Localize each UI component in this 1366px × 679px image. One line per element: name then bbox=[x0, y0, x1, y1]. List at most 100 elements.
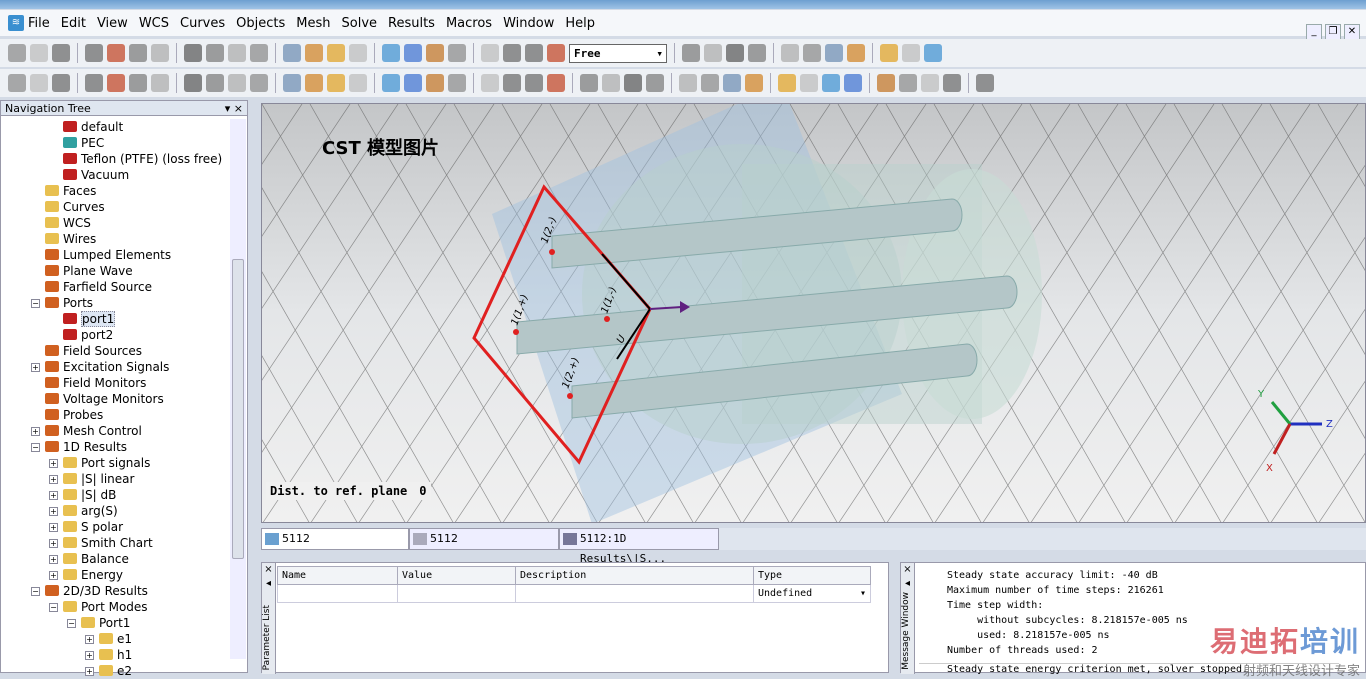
toolbar-button-icon[interactable] bbox=[85, 74, 103, 92]
toolbar-button-icon[interactable] bbox=[129, 44, 147, 62]
tree-item[interactable]: + Energy bbox=[1, 567, 231, 583]
toolbar-button-icon[interactable] bbox=[943, 74, 961, 92]
expand-icon[interactable]: + bbox=[49, 555, 58, 564]
toolbar-button-icon[interactable] bbox=[503, 74, 521, 92]
toolbar-button-icon[interactable] bbox=[349, 74, 367, 92]
toolbar-button-icon[interactable] bbox=[547, 44, 565, 62]
menu-wcs[interactable]: WCS bbox=[139, 16, 169, 31]
close-button[interactable]: ✕ bbox=[1344, 24, 1360, 40]
toolbar-button-icon[interactable] bbox=[803, 44, 821, 62]
toolbar-button-icon[interactable] bbox=[426, 74, 444, 92]
toolbar-button-icon[interactable] bbox=[426, 44, 444, 62]
toolbar-button-icon[interactable] bbox=[184, 74, 202, 92]
toolbar-button-icon[interactable] bbox=[847, 44, 865, 62]
toolbar-button-icon[interactable] bbox=[825, 44, 843, 62]
close-icon[interactable]: × bbox=[901, 563, 914, 577]
tree-item[interactable]: Voltage Monitors bbox=[1, 391, 231, 407]
collapse-icon[interactable]: − bbox=[49, 603, 58, 612]
collapse-icon[interactable]: − bbox=[31, 587, 40, 596]
tree-item[interactable]: Field Sources bbox=[1, 343, 231, 359]
tree-item[interactable]: Vacuum bbox=[1, 167, 231, 183]
toolbar-button-icon[interactable] bbox=[151, 44, 169, 62]
toolbar-button-icon[interactable] bbox=[52, 74, 70, 92]
toolbar-button-icon[interactable] bbox=[547, 74, 565, 92]
toolbar-button-icon[interactable] bbox=[8, 74, 26, 92]
menu-window[interactable]: Window bbox=[503, 16, 554, 31]
toolbar-button-icon[interactable] bbox=[924, 44, 942, 62]
toolbar-button-icon[interactable] bbox=[206, 44, 224, 62]
collapse-icon[interactable]: − bbox=[31, 299, 40, 308]
toolbar-button-icon[interactable] bbox=[800, 74, 818, 92]
toolbar-button-icon[interactable] bbox=[8, 44, 26, 62]
tree-item[interactable]: default bbox=[1, 119, 231, 135]
toolbar-button-icon[interactable] bbox=[404, 74, 422, 92]
toolbar-button-icon[interactable] bbox=[624, 74, 642, 92]
menu-curves[interactable]: Curves bbox=[180, 16, 225, 31]
expand-icon[interactable]: + bbox=[31, 427, 40, 436]
menu-macros[interactable]: Macros bbox=[446, 16, 492, 31]
toolbar-button-icon[interactable] bbox=[382, 44, 400, 62]
type-select[interactable]: Undefined ▾ bbox=[753, 584, 871, 603]
tree-item[interactable]: + e1 bbox=[1, 631, 231, 647]
menu-help[interactable]: Help bbox=[565, 16, 595, 31]
toolbar-button-icon[interactable] bbox=[283, 44, 301, 62]
toolbar-button-icon[interactable] bbox=[822, 74, 840, 92]
menu-solve[interactable]: Solve bbox=[342, 16, 378, 31]
toolbar-button-icon[interactable] bbox=[704, 44, 722, 62]
minimize-button[interactable]: _ bbox=[1306, 24, 1322, 40]
toolbar-button-icon[interactable] bbox=[679, 74, 697, 92]
3d-viewport[interactable]: 1(2,-) 1(1,+) 1(1,-) 1(2,+) U Y Z X CST … bbox=[261, 103, 1366, 523]
tree-item[interactable]: Teflon (PTFE) (loss free) bbox=[1, 151, 231, 167]
expand-icon[interactable]: + bbox=[49, 475, 58, 484]
tree-item[interactable]: Lumped Elements bbox=[1, 247, 231, 263]
collapse-icon[interactable]: − bbox=[67, 619, 76, 628]
menu-mesh[interactable]: Mesh bbox=[296, 16, 330, 31]
tree-item[interactable]: Faces bbox=[1, 183, 231, 199]
toolbar-button-icon[interactable] bbox=[327, 44, 345, 62]
toolbar-button-icon[interactable] bbox=[228, 74, 246, 92]
toolbar-button-icon[interactable] bbox=[206, 74, 224, 92]
toolbar-button-icon[interactable] bbox=[85, 44, 103, 62]
toolbar-button-icon[interactable] bbox=[726, 44, 744, 62]
tree-item[interactable]: port1 bbox=[1, 311, 231, 327]
expand-icon[interactable]: + bbox=[85, 635, 94, 644]
menu-objects[interactable]: Objects bbox=[236, 16, 285, 31]
tree-item[interactable]: + Excitation Signals bbox=[1, 359, 231, 375]
tree-item[interactable]: − Port1 bbox=[1, 615, 231, 631]
expand-icon[interactable]: + bbox=[85, 651, 94, 660]
toolbar-button-icon[interactable] bbox=[129, 74, 147, 92]
restore-button[interactable]: ❐ bbox=[1325, 24, 1341, 40]
expand-icon[interactable]: + bbox=[31, 363, 40, 372]
expand-icon[interactable]: + bbox=[49, 523, 58, 532]
toolbar-button-icon[interactable] bbox=[701, 74, 719, 92]
toolbar-button-icon[interactable] bbox=[748, 44, 766, 62]
expand-icon[interactable]: + bbox=[85, 667, 94, 676]
toolbar-button-icon[interactable] bbox=[921, 74, 939, 92]
tree-item[interactable]: Field Monitors bbox=[1, 375, 231, 391]
tree-item[interactable]: + Mesh Control bbox=[1, 423, 231, 439]
panel-controls[interactable]: ▾ × bbox=[225, 101, 243, 116]
toolbar-button-icon[interactable] bbox=[349, 44, 367, 62]
toolbar-button-icon[interactable] bbox=[184, 44, 202, 62]
tree-item[interactable]: − Port Modes bbox=[1, 599, 231, 615]
toolbar-button-icon[interactable] bbox=[525, 74, 543, 92]
toolbar-button-icon[interactable] bbox=[52, 44, 70, 62]
toolbar-button-icon[interactable] bbox=[481, 44, 499, 62]
menu-file[interactable]: File bbox=[28, 16, 50, 31]
tree-item[interactable]: Farfield Source bbox=[1, 279, 231, 295]
tree-item[interactable]: + h1 bbox=[1, 647, 231, 663]
tree-item[interactable]: + e2 bbox=[1, 663, 231, 679]
tree-item[interactable]: Probes bbox=[1, 407, 231, 423]
tab-model[interactable]: 5112 bbox=[261, 528, 409, 550]
toolbar-button-icon[interactable] bbox=[525, 44, 543, 62]
expand-icon[interactable]: + bbox=[49, 459, 58, 468]
toolbar-button-icon[interactable] bbox=[107, 44, 125, 62]
collapse-icon[interactable]: ◂ bbox=[901, 577, 914, 591]
toolbar-button-icon[interactable] bbox=[899, 74, 917, 92]
tree-item[interactable]: port2 bbox=[1, 327, 231, 343]
tree-scrollbar[interactable] bbox=[230, 119, 246, 659]
close-icon[interactable]: × bbox=[262, 563, 275, 577]
tree-item[interactable]: + S polar bbox=[1, 519, 231, 535]
expand-icon[interactable]: + bbox=[49, 491, 58, 500]
toolbar-button-icon[interactable] bbox=[305, 74, 323, 92]
